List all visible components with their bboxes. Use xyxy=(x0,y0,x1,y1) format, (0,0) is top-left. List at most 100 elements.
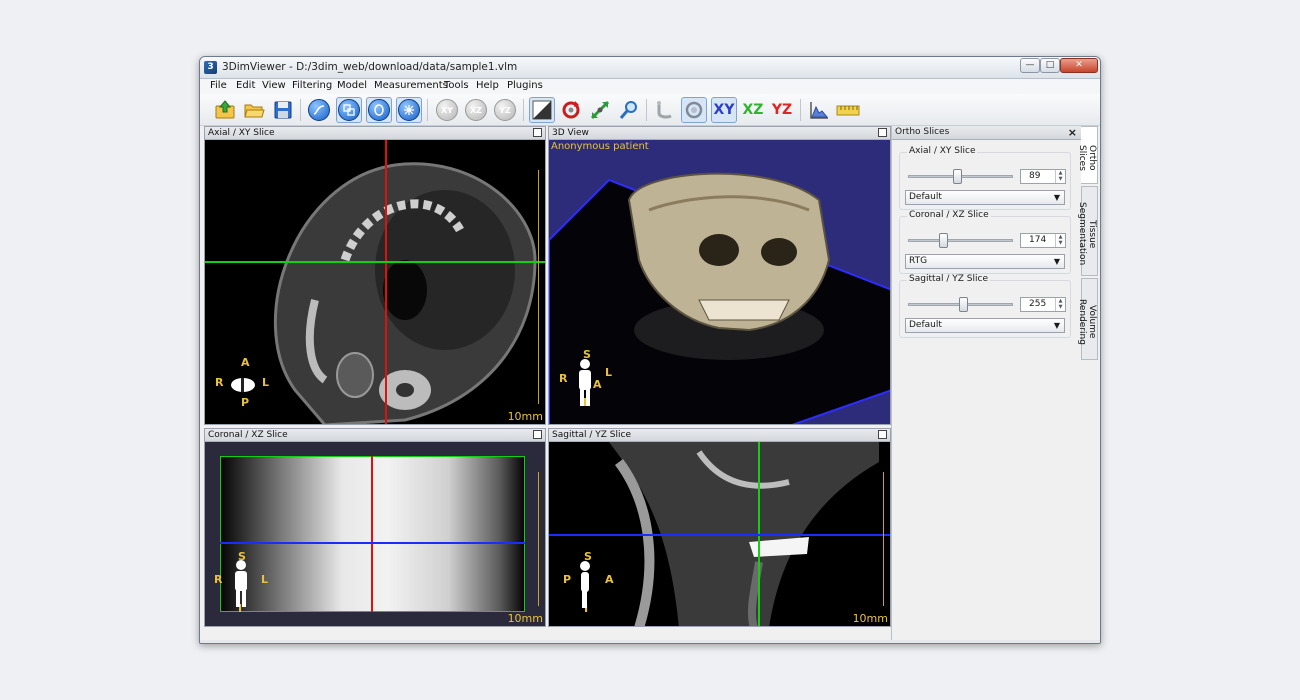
distance-tool-button[interactable] xyxy=(652,97,678,123)
vertical-crosshair[interactable] xyxy=(385,140,387,424)
save-button[interactable] xyxy=(270,97,296,123)
axial-preset-select[interactable]: Default ▼ xyxy=(905,190,1065,205)
menu-bar: File Edit View Filtering Model Measureme… xyxy=(200,79,1100,94)
sagittal-view[interactable]: Sagittal / YZ Slice S P A I 10mm xyxy=(548,428,891,627)
scale-ruler xyxy=(538,170,544,404)
sagittal-preset-select[interactable]: Default ▼ xyxy=(905,318,1065,333)
axial-view[interactable]: Axial / XY Slice A R L P 10mm xyxy=(204,126,546,425)
menu-file[interactable]: File xyxy=(210,80,227,91)
xy-grey-button[interactable]: XY xyxy=(434,97,460,123)
menu-filtering[interactable]: Filtering xyxy=(292,80,332,91)
open-folder-button[interactable] xyxy=(241,97,267,123)
histogram-button[interactable] xyxy=(806,97,832,123)
chevron-down-icon: ▼ xyxy=(1053,257,1060,266)
axial-slice-image[interactable]: A R L P 10mm xyxy=(205,140,545,424)
restore-icon[interactable] xyxy=(533,128,542,137)
contrast-icon xyxy=(532,100,552,120)
orient-left-label: R xyxy=(559,372,568,385)
side-tab-bar: Ortho Slices Tissue Segmentation Volume … xyxy=(1077,126,1099,426)
magnifier-icon xyxy=(619,101,637,119)
sagittal-slice-image[interactable]: S P A I 10mm xyxy=(549,442,890,626)
xz-grey-button[interactable]: XZ xyxy=(463,97,489,123)
density-tool-button[interactable] xyxy=(681,97,707,123)
xy-grey-icon: XY xyxy=(436,99,458,121)
refresh-icon xyxy=(562,101,580,119)
3d-view[interactable]: 3D View Anonymous patient S R L A I xyxy=(548,126,891,425)
menu-help[interactable]: Help xyxy=(476,80,499,91)
zoom-button[interactable] xyxy=(616,97,642,123)
ruler-button[interactable] xyxy=(835,97,861,123)
coronal-slider-handle[interactable] xyxy=(938,233,948,248)
app-logo-icon: 3 xyxy=(204,61,217,74)
spin-arrows-icon[interactable]: ▲ ▼ xyxy=(1055,234,1065,247)
coronal-slider[interactable] xyxy=(908,239,1013,242)
move-icon xyxy=(338,99,360,121)
object-manipulation-button[interactable] xyxy=(366,97,392,123)
expand-arrows-icon xyxy=(590,100,610,120)
chevron-down-icon: ▼ xyxy=(1053,193,1060,202)
horizontal-crosshair[interactable] xyxy=(220,542,525,544)
sagittal-spinbox[interactable]: 255 ▲ ▼ xyxy=(1020,297,1066,312)
zoom-fit-button[interactable] xyxy=(587,97,613,123)
maximize-button[interactable]: □ xyxy=(1040,58,1060,73)
3d-render-canvas[interactable]: Anonymous patient S R L A I xyxy=(549,140,890,424)
orient-left-label: P xyxy=(563,573,572,586)
axial-spinbox[interactable]: 89 ▲ ▼ xyxy=(1020,169,1066,184)
chevron-down-icon: ▼ xyxy=(1053,321,1060,330)
menu-model[interactable]: Model xyxy=(337,80,367,91)
scale-ruler xyxy=(883,472,889,606)
segmentation-button[interactable] xyxy=(396,97,422,123)
density-window-button[interactable] xyxy=(306,97,332,123)
horizontal-crosshair[interactable] xyxy=(205,261,545,263)
scale-ruler xyxy=(538,472,544,606)
coronal-view[interactable]: Coronal / XZ Slice S R L I 10mm xyxy=(204,428,546,627)
title-bar[interactable]: 3 3DimViewer - D:/3dim_web/download/data… xyxy=(200,57,1100,79)
orient-left-label: R xyxy=(215,376,224,389)
axial-view-header: Axial / XY Slice xyxy=(205,127,545,140)
menu-edit[interactable]: Edit xyxy=(236,80,255,91)
orient-left-label: R xyxy=(214,573,223,586)
contrast-button[interactable] xyxy=(529,97,555,123)
tab-volume-rendering[interactable]: Volume Rendering xyxy=(1077,278,1098,360)
coronal-spinbox[interactable]: 174 ▲ ▼ xyxy=(1020,233,1066,248)
sagittal-slice-group: Sagittal / YZ Slice 255 ▲ ▼ Default ▼ xyxy=(899,274,1071,338)
menu-view[interactable]: View xyxy=(262,80,286,91)
yz-grey-button[interactable]: YZ xyxy=(492,97,518,123)
yz-grey-icon: YZ xyxy=(494,99,516,121)
scene-manipulation-button[interactable] xyxy=(336,97,362,123)
menu-plugins[interactable]: Plugins xyxy=(507,80,543,91)
minimize-button[interactable]: — xyxy=(1020,58,1040,73)
coronal-preset-select[interactable]: RTG ▼ xyxy=(905,254,1065,269)
xz-view-button[interactable]: XZ xyxy=(740,97,766,123)
spin-arrows-icon[interactable]: ▲ ▼ xyxy=(1055,170,1065,183)
horizontal-crosshair[interactable] xyxy=(549,534,890,536)
yz-view-button[interactable]: YZ xyxy=(769,97,795,123)
open-dicom-button[interactable] xyxy=(212,97,238,123)
skull-measure-icon xyxy=(685,101,703,119)
curve-icon xyxy=(308,99,330,121)
xy-view-button[interactable]: XY xyxy=(711,97,737,123)
tab-tissue-segmentation[interactable]: Tissue Segmentation xyxy=(1077,186,1098,276)
sagittal-spin-value: 255 xyxy=(1029,299,1047,309)
coronal-slice-image[interactable]: S R L I 10mm xyxy=(205,442,545,626)
restore-icon[interactable] xyxy=(533,430,542,439)
axial-view-title: Axial / XY Slice xyxy=(208,128,275,138)
axial-spin-value: 89 xyxy=(1029,171,1041,181)
tab-ortho-slices[interactable]: Ortho Slices xyxy=(1077,126,1098,184)
axial-slider-handle[interactable] xyxy=(953,169,963,184)
vertical-crosshair[interactable] xyxy=(371,456,373,612)
main-toolbar: XY XZ YZ XY XZ YZ xyxy=(200,94,1100,126)
menu-measurements[interactable]: Measurements xyxy=(374,80,448,91)
sagittal-view-header: Sagittal / YZ Slice xyxy=(549,429,890,442)
close-button[interactable]: ✕ xyxy=(1060,58,1098,73)
spin-arrows-icon[interactable]: ▲ ▼ xyxy=(1055,298,1065,311)
restore-icon[interactable] xyxy=(878,128,887,137)
save-icon xyxy=(274,101,292,119)
xy-axis-icon: XY xyxy=(713,102,735,118)
ortho-slices-panel: Ortho Slices × Axial / XY Slice 89 ▲ ▼ De… xyxy=(891,126,1081,642)
sagittal-slider-handle[interactable] xyxy=(958,297,968,312)
restore-icon[interactable] xyxy=(878,430,887,439)
menu-tools[interactable]: Tools xyxy=(444,80,469,91)
close-icon[interactable]: × xyxy=(1068,126,1077,139)
refresh-button[interactable] xyxy=(558,97,584,123)
